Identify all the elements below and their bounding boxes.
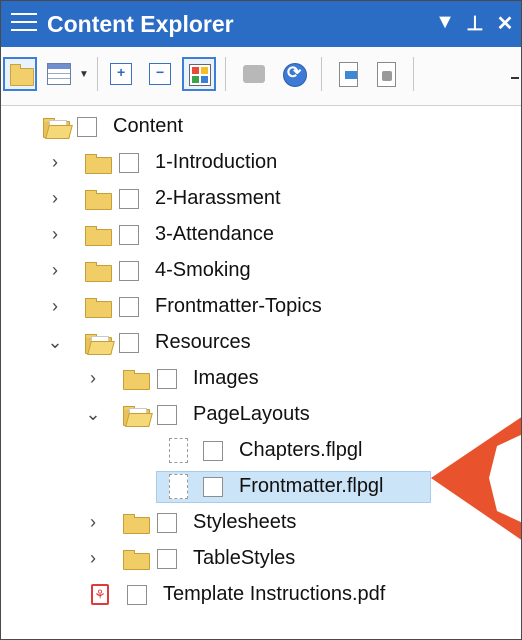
- folder-icon: [10, 64, 34, 86]
- toolbar-separator: [97, 57, 98, 91]
- tree-item[interactable]: › 4-Smoking: [1, 253, 521, 289]
- chevron-right-icon[interactable]: ›: [47, 153, 63, 171]
- tree-item[interactable]: › 1-Introduction: [1, 145, 521, 181]
- toolbar-separator: [225, 57, 226, 91]
- tree-item-checkbox[interactable]: [119, 153, 139, 173]
- show-files-button[interactable]: [182, 57, 216, 91]
- folder-icon: [123, 514, 150, 534]
- tree-item-checkbox[interactable]: [157, 405, 177, 425]
- tree-item-label: Images: [193, 367, 259, 389]
- folder-icon: [85, 154, 112, 174]
- refresh-icon: [283, 63, 307, 87]
- tree-item[interactable]: Content: [1, 109, 521, 145]
- toolbar-separator: [321, 57, 322, 91]
- panel-title-bar: Content Explorer ▼ ⊥ ✕: [1, 1, 521, 47]
- folder-icon: [85, 226, 112, 246]
- tree-item[interactable]: › TableStyles: [1, 541, 521, 577]
- document-icon: [339, 62, 358, 87]
- panel-title: Content Explorer: [47, 11, 234, 37]
- view-options-button[interactable]: [41, 57, 75, 91]
- tree-item[interactable]: › 3-Attendance: [1, 217, 521, 253]
- toolbar-separator: [413, 57, 414, 91]
- dropdown-icon[interactable]: ▼: [435, 11, 455, 36]
- file-icon: [169, 438, 188, 463]
- expand-glyph: +: [117, 64, 126, 80]
- view-options-dropdown-icon[interactable]: ▼: [79, 69, 89, 80]
- toolbar-overflow-icon[interactable]: [511, 77, 519, 82]
- menu-icon[interactable]: [11, 13, 37, 35]
- tree-item[interactable]: › 2-Harassment: [1, 181, 521, 217]
- show-folders-button[interactable]: [3, 57, 37, 91]
- table-icon: [47, 63, 71, 85]
- chevron-right-icon[interactable]: ›: [47, 297, 63, 315]
- tree-item-label: 1-Introduction: [155, 151, 278, 173]
- tree-item-label: Chapters.flpgl: [239, 439, 363, 461]
- refresh-button[interactable]: [277, 57, 311, 91]
- chevron-down-icon[interactable]: ⌄: [47, 333, 63, 351]
- tree-item-checkbox[interactable]: [203, 477, 223, 497]
- folder-icon: [85, 262, 112, 282]
- expand-all-button[interactable]: +: [104, 57, 138, 91]
- tree-item-label: 4-Smoking: [155, 259, 251, 281]
- open-document-button[interactable]: [331, 57, 365, 91]
- tree-item-label: Resources: [155, 331, 251, 353]
- tree-item[interactable]: › Images: [1, 361, 521, 397]
- tree-item-checkbox[interactable]: [157, 549, 177, 569]
- tree-item-label: Frontmatter.flpgl: [239, 475, 384, 497]
- chevron-right-icon[interactable]: ›: [85, 549, 101, 567]
- properties-button[interactable]: [369, 57, 403, 91]
- tree-item-checkbox[interactable]: [119, 297, 139, 317]
- tree-item-checkbox[interactable]: [119, 261, 139, 281]
- folder-open-icon: [123, 406, 153, 427]
- tree-item-checkbox[interactable]: [119, 225, 139, 245]
- collapse-all-button[interactable]: −: [143, 57, 177, 91]
- chevron-right-icon[interactable]: ›: [47, 189, 63, 207]
- tree-item-label: PageLayouts: [193, 403, 310, 425]
- collapse-glyph: −: [156, 64, 165, 80]
- folder-icon: [123, 550, 150, 570]
- chevron-right-icon[interactable]: ›: [47, 225, 63, 243]
- tree-item-label: TableStyles: [193, 547, 296, 569]
- tree-item-checkbox[interactable]: [127, 585, 147, 605]
- tree-item-label: 3-Attendance: [155, 223, 274, 245]
- tree-item-label: Stylesheets: [193, 511, 297, 533]
- folder-icon: [123, 370, 150, 390]
- tree-item-label: 2-Harassment: [155, 187, 281, 209]
- tree-item-label: Template Instructions.pdf: [163, 583, 386, 605]
- close-icon[interactable]: ✕: [495, 11, 515, 36]
- folder-open-icon: [43, 118, 73, 139]
- tree-item-checkbox[interactable]: [119, 333, 139, 353]
- tree-item[interactable]: ⌄ Resources: [1, 325, 521, 361]
- tree-item-checkbox[interactable]: [203, 441, 223, 461]
- pin-icon[interactable]: ⊥: [465, 11, 485, 36]
- expand-icon: +: [110, 63, 132, 85]
- chevron-right-icon[interactable]: ›: [47, 261, 63, 279]
- chevron-right-icon[interactable]: ›: [85, 369, 101, 387]
- folder-open-icon: [85, 334, 115, 355]
- title-controls: ▼ ⊥ ✕: [435, 11, 515, 36]
- collapse-icon: −: [149, 63, 171, 85]
- folder-icon: [85, 190, 112, 210]
- properties-icon: [377, 62, 396, 87]
- tree-item-checkbox[interactable]: [157, 513, 177, 533]
- tree-item[interactable]: › Frontmatter-Topics: [1, 289, 521, 325]
- chevron-down-icon[interactable]: ⌄: [85, 405, 101, 423]
- tree-item-label: Frontmatter-Topics: [155, 295, 322, 317]
- file-icon: [169, 474, 188, 499]
- folder-icon: [85, 298, 112, 318]
- pdf-icon: ⚘: [91, 584, 109, 605]
- tree-item[interactable]: ⚘ Template Instructions.pdf: [1, 577, 521, 613]
- disabled-action-button: [237, 57, 271, 91]
- callout-arrow-icon: [431, 417, 521, 540]
- tree-item-checkbox[interactable]: [119, 189, 139, 209]
- chevron-right-icon[interactable]: ›: [85, 513, 101, 531]
- toolbar: ▼ + −: [1, 47, 521, 106]
- tree-item-checkbox[interactable]: [157, 369, 177, 389]
- content-explorer-panel: Content Explorer ▼ ⊥ ✕ ▼ + − ⟳ Content ›…: [0, 0, 522, 640]
- tree-item-checkbox[interactable]: [77, 117, 97, 137]
- tree-item-label: Content: [113, 115, 184, 137]
- grid-icon: [189, 64, 211, 86]
- gray-arrow-icon: [243, 65, 265, 83]
